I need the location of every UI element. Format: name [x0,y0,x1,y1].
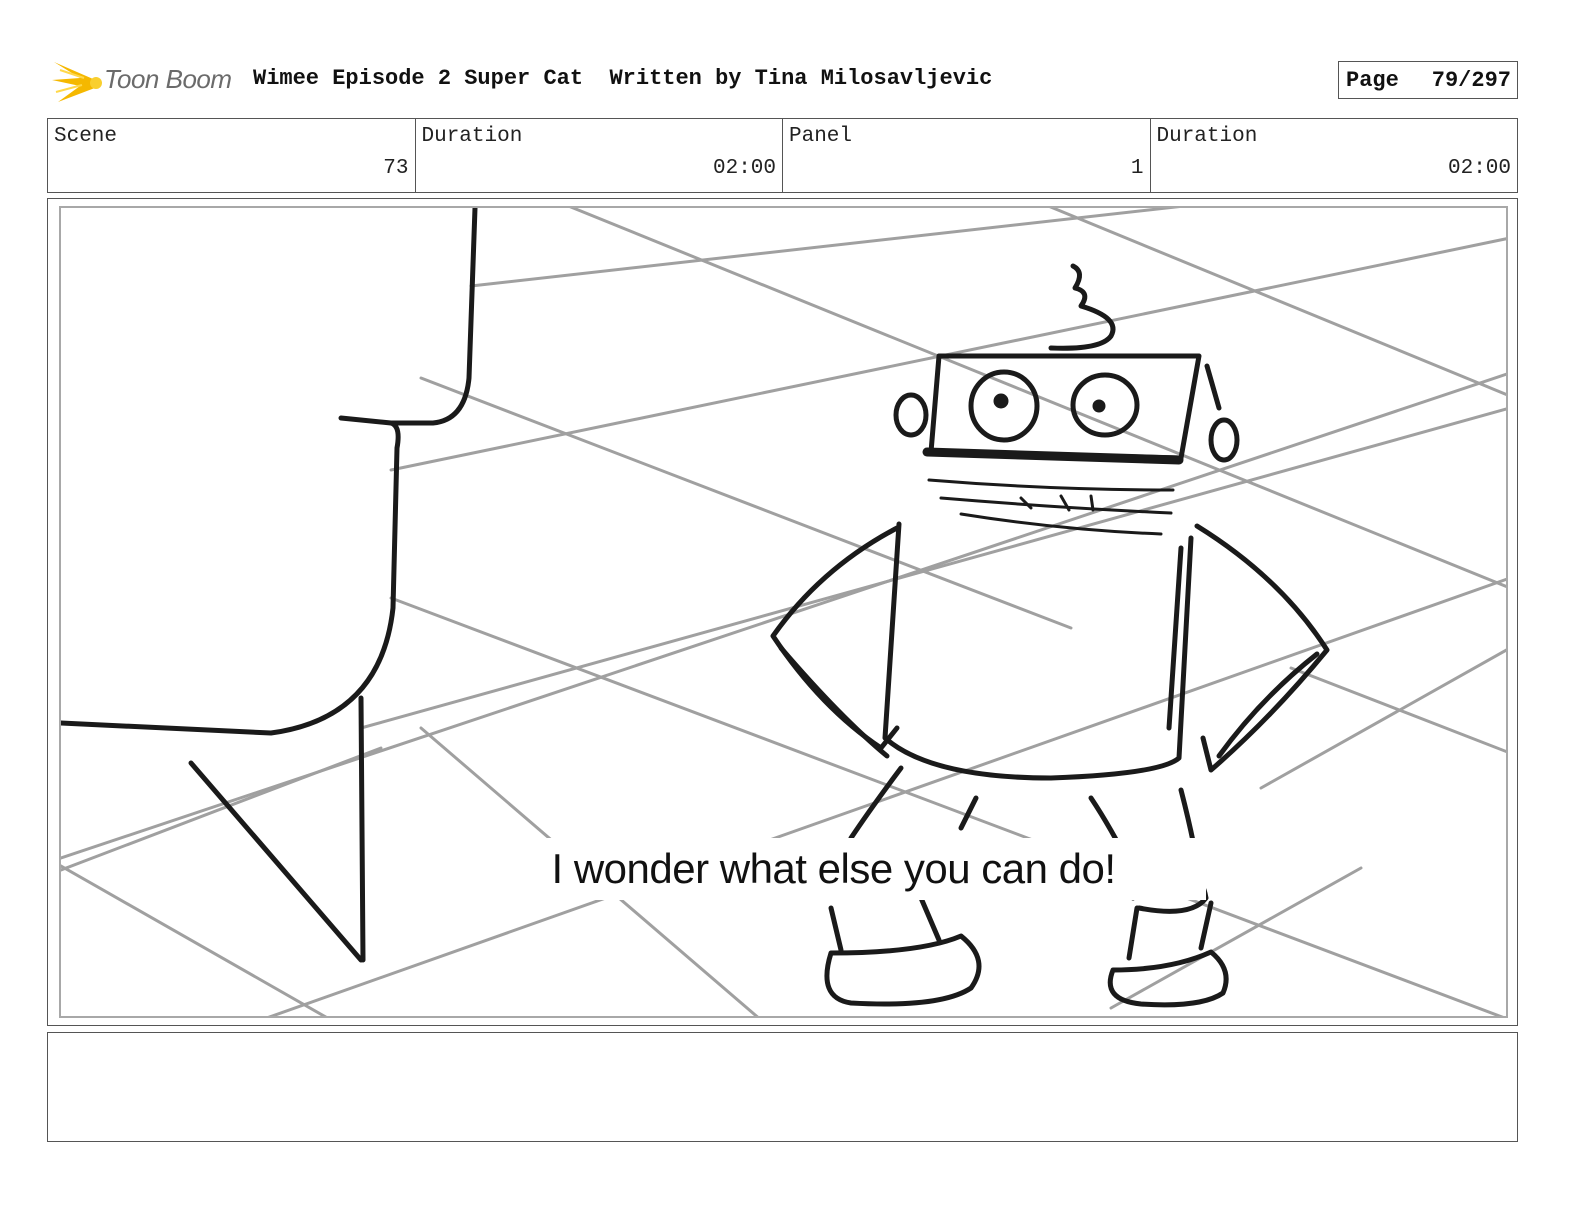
scene-duration-label: Duration [421,125,523,148]
panel-image: I wonder what else you can do! [59,206,1508,1018]
dialogue-caption: I wonder what else you can do! [461,838,1206,900]
scene-value: 73 [383,157,409,180]
page-indicator: Page 79/297 [1338,61,1518,99]
scene-duration-cell: Duration 02:00 [416,119,783,192]
logo-text: Toon Boom [104,64,232,94]
panel-cell: Panel 1 [783,119,1151,192]
panel-duration-value: 02:00 [1447,157,1511,180]
page-number: 79/297 [1431,68,1511,93]
scene-duration-value: 02:00 [712,157,776,180]
scene-label: Scene [54,125,118,148]
toon-boom-logo: Toon Boom [50,56,240,106]
storyboard-title: Wimee Episode 2 Super Cat Written by Tin… [253,66,993,91]
scene-cell: Scene 73 [48,119,416,192]
panel-label: Panel [789,125,853,148]
page-label: Page [1346,68,1399,93]
panel-value: 1 [1130,157,1144,180]
panel-frame: I wonder what else you can do! [47,198,1518,1026]
panel-notes-box [47,1032,1518,1142]
panel-duration-label: Duration [1156,125,1258,148]
starburst-icon [52,62,102,102]
panel-duration-cell: Duration 02:00 [1151,119,1518,192]
panel-info-table: Scene 73 Duration 02:00 Panel 1 Duration… [47,118,1518,193]
